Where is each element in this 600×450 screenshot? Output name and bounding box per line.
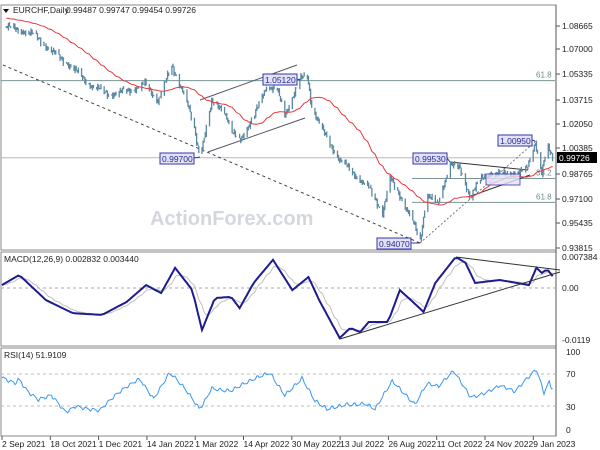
channel-lower[interactable] — [207, 117, 306, 153]
macd-trendline-upper[interactable] — [455, 256, 561, 271]
date-tick-label: 14 Apr 2022 — [244, 439, 290, 449]
macd-tick-label: 0.00 — [562, 283, 579, 293]
chart-canvas[interactable]: EURCHF,Daily 0.99487 0.99747 0.99454 0.9… — [0, 0, 600, 450]
price-label[interactable]: 1.00950 — [497, 134, 536, 147]
rsi-tick-label: 70 — [566, 369, 576, 379]
macd-line — [1, 257, 554, 340]
date-tick-label: 1 Dec 2021 — [99, 439, 143, 449]
chart-window: EURCHF,Daily 0.99487 0.99747 0.99454 0.9… — [0, 0, 600, 450]
price-tick-label: 1.03715 — [562, 95, 593, 105]
price-tick-label: 1.08665 — [562, 21, 593, 31]
macd-tick-label: -0.0119 — [562, 335, 590, 345]
price-tick-label: 1.05335 — [562, 69, 593, 79]
date-tick-label: 1 Mar 2022 — [195, 439, 238, 449]
price-label[interactable]: 0.99700 — [159, 152, 201, 165]
price-label-text: 1.00950 — [500, 136, 531, 146]
price-label[interactable]: 1.05120 — [262, 73, 301, 86]
fib-label: 61.8 — [536, 192, 552, 201]
macd-title: MACD(12,26,9) 0.002832 0.003440 — [4, 254, 139, 264]
fib-label: 61.8 — [536, 71, 552, 80]
price-label-text: 0.99530 — [415, 154, 446, 164]
symbol-title: EURCHF,Daily — [13, 5, 69, 15]
moving-average-line — [6, 17, 553, 206]
ohlc-readout: 0.99487 0.99747 0.99454 0.99726 — [66, 5, 196, 15]
price-label[interactable]: 0.99530 — [412, 152, 451, 165]
date-tick-label: 24 Nov 2022 — [485, 439, 533, 449]
date-tick-label: 2 Sep 2021 — [2, 439, 46, 449]
price-tick-label: 1.02050 — [562, 119, 593, 129]
price-label[interactable]: 0.94070 — [376, 237, 420, 250]
macd-tick-label: 0.007384 — [562, 252, 598, 262]
date-tick-label: 11 Oct 2022 — [437, 439, 483, 449]
rsi-tick-label: 0 — [566, 425, 571, 435]
rsi-tick-label: 100 — [566, 347, 580, 357]
price-label-obscured[interactable] — [485, 173, 521, 186]
price-tick-label: 0.98765 — [562, 169, 593, 179]
price-label-text: 0.94070 — [379, 239, 410, 249]
date-tick-label: 30 May 2022 — [292, 439, 341, 449]
date-tick-label: 13 Jul 2022 — [340, 439, 384, 449]
price-label-text: 1.05120 — [265, 75, 296, 85]
collapse-triangle-icon[interactable] — [3, 9, 9, 13]
date-tick-label: 18 Oct 2021 — [50, 439, 97, 449]
price-label-text: 0.99700 — [162, 154, 193, 164]
price-tick-label: 0.95435 — [562, 218, 593, 228]
watermark: ActionForex.com — [150, 208, 313, 230]
date-tick-label: 26 Aug 2022 — [388, 439, 436, 449]
header: EURCHF,Daily 0.99487 0.99747 0.99454 0.9… — [3, 5, 196, 15]
rsi-panel — [0, 347, 557, 437]
price-tick-label: 1.07000 — [562, 44, 593, 54]
rsi-tick-label: 30 — [566, 402, 576, 412]
rsi-title: RSI(14) 51.9109 — [4, 350, 67, 360]
price-tick-label: 1.00385 — [562, 143, 593, 153]
current-price: 0.99726 — [559, 153, 590, 163]
date-tick-label: 9 Jan 2023 — [533, 439, 575, 449]
price-tick-label: 0.97100 — [562, 194, 593, 204]
date-tick-label: 14 Jan 2022 — [147, 439, 194, 449]
macd-trendline-lower[interactable] — [339, 271, 561, 340]
